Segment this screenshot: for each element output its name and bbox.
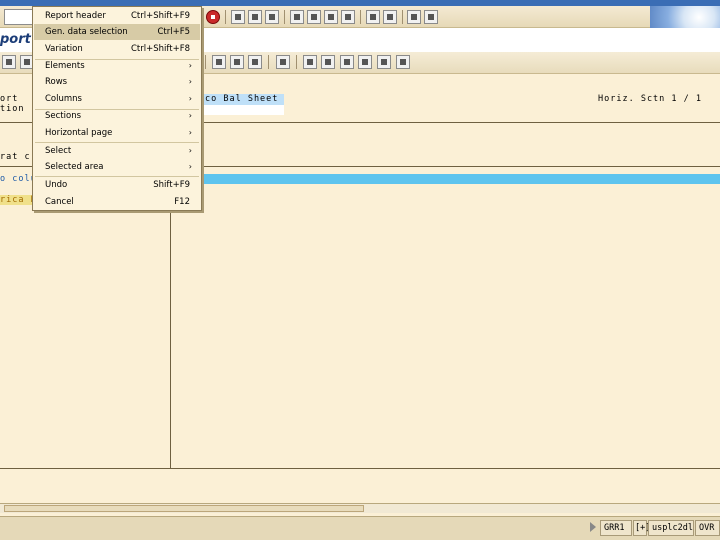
- horizontal-scrollbar[interactable]: [0, 503, 720, 513]
- menu-item-label: Columns: [45, 94, 82, 104]
- page-setup-icon[interactable]: [321, 55, 335, 69]
- help-icon[interactable]: [407, 10, 421, 24]
- toolbar-separator: [284, 10, 285, 24]
- first-record-icon[interactable]: [340, 55, 354, 69]
- menu-item-rows[interactable]: Rows ›: [34, 74, 200, 90]
- menu-item-label: Report header: [45, 11, 106, 21]
- menu-item-report-header[interactable]: Report header Ctrl+Shift+F9: [34, 8, 200, 24]
- menu-item-select[interactable]: Select ›: [34, 143, 200, 159]
- menu-item-sections[interactable]: Sections ›: [34, 108, 200, 124]
- find-icon[interactable]: [248, 10, 262, 24]
- menu-item-shortcut: F12: [174, 197, 190, 207]
- status-bar: GRR1 [+] usplc2dl OVR: [0, 516, 720, 540]
- menu-item-elements[interactable]: Elements ›: [34, 58, 200, 74]
- previous-record-icon[interactable]: [358, 55, 372, 69]
- insert-mode-field: OVR: [695, 520, 720, 536]
- scrollbar-thumb[interactable]: [4, 505, 364, 512]
- last-page-icon[interactable]: [341, 10, 355, 24]
- next-page-icon[interactable]: [324, 10, 338, 24]
- system-field: GRR1: [600, 520, 632, 536]
- page-icon[interactable]: [303, 55, 317, 69]
- toolbar-separator: [225, 10, 226, 24]
- menu-item-shortcut: Shift+F9: [153, 180, 190, 190]
- submenu-arrow-icon: ›: [188, 61, 192, 70]
- save-variant-icon[interactable]: [248, 55, 262, 69]
- toolbar-separator: [360, 10, 361, 24]
- submenu-arrow-icon: ›: [188, 128, 192, 137]
- toolbar-separator: [268, 55, 269, 69]
- last-record-icon[interactable]: [396, 55, 410, 69]
- link-icon[interactable]: [276, 55, 290, 69]
- menu-item-label: Gen. data selection: [45, 27, 128, 37]
- menu-item-label: Select: [45, 146, 72, 156]
- menu-item-horizontal-page[interactable]: Horizontal page ›: [34, 125, 200, 141]
- menu-item-label: Undo: [45, 180, 68, 190]
- column-header-bar[interactable]: [171, 174, 720, 184]
- submenu-arrow-icon: ›: [188, 94, 192, 103]
- menu-item-selected-area[interactable]: Selected area ›: [34, 159, 200, 175]
- description-field[interactable]: [202, 105, 284, 115]
- page-title: port: [0, 32, 31, 47]
- submenu-arrow-icon: ›: [188, 111, 192, 120]
- menu-item-label: Horizontal page: [45, 128, 113, 138]
- menu-item-shortcut: Ctrl+Shift+F8: [131, 44, 190, 54]
- previous-page-icon[interactable]: [307, 10, 321, 24]
- cancel-icon[interactable]: [206, 10, 220, 24]
- server-field: usplc2dl: [648, 520, 694, 536]
- print-icon[interactable]: [231, 10, 245, 24]
- menu-item-label: Elements: [45, 61, 85, 71]
- create-session-icon[interactable]: [366, 10, 380, 24]
- formula-icon[interactable]: [212, 55, 226, 69]
- menu-item-shortcut: Ctrl+Shift+F9: [131, 11, 190, 21]
- find-next-icon[interactable]: [265, 10, 279, 24]
- header-label-description: tion: [0, 104, 25, 114]
- menu-item-label: Cancel: [45, 197, 74, 207]
- display-change-icon[interactable]: [2, 55, 16, 69]
- divider: [0, 468, 720, 469]
- menu-item-label: Selected area: [45, 162, 104, 172]
- menu-item-variation[interactable]: Variation Ctrl+Shift+F8: [34, 41, 200, 57]
- layout-icon[interactable]: [424, 10, 438, 24]
- menu-item-shortcut: Ctrl+F5: [157, 27, 190, 37]
- submenu-arrow-icon: ›: [188, 77, 192, 86]
- menu-item-columns[interactable]: Columns ›: [34, 91, 200, 107]
- menu-item-cancel[interactable]: Cancel F12: [34, 194, 200, 210]
- toolbar-separator: [296, 55, 297, 69]
- status-expand-icon[interactable]: [590, 522, 596, 532]
- check-icon[interactable]: [230, 55, 244, 69]
- menu-item-undo[interactable]: Undo Shift+F9: [34, 177, 200, 193]
- report-name-field[interactable]: co Bal Sheet: [202, 94, 284, 105]
- pane-divider: [170, 168, 171, 468]
- toolbar-separator: [205, 55, 206, 69]
- shortcut-icon[interactable]: [383, 10, 397, 24]
- next-record-icon[interactable]: [377, 55, 391, 69]
- menu-item-label: Variation: [45, 44, 83, 54]
- submenu-arrow-icon: ›: [188, 162, 192, 171]
- horizontal-section-indicator: Horiz. Sctn 1 / 1: [598, 94, 702, 104]
- first-page-icon[interactable]: [290, 10, 304, 24]
- menu-item-label: Rows: [45, 77, 68, 87]
- submenu-arrow-icon: ›: [188, 146, 192, 155]
- toolbar-separator: [402, 10, 403, 24]
- menu-item-gen-data-selection[interactable]: Gen. data selection Ctrl+F5: [34, 24, 200, 40]
- edit-dropdown-menu: Report header Ctrl+Shift+F9 Gen. data se…: [32, 6, 202, 211]
- client-icon[interactable]: [+]: [633, 520, 650, 536]
- menu-item-label: Sections: [45, 111, 82, 121]
- header-label-report: ort: [0, 94, 19, 104]
